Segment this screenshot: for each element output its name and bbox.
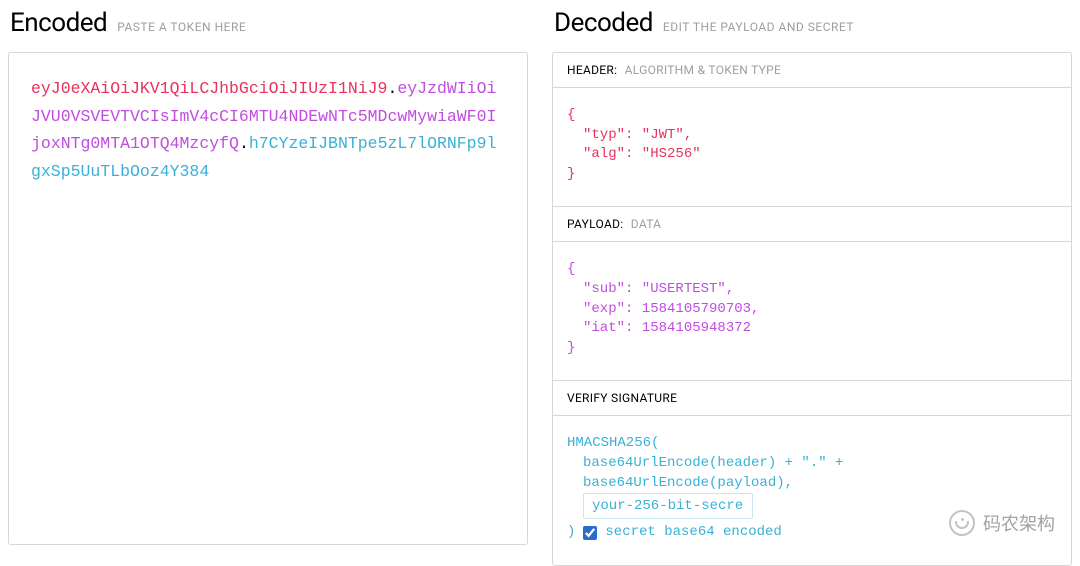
watermark: 码农架构: [949, 510, 1055, 536]
signature-body: HMACSHA256( base64UrlEncode(header) + ".…: [553, 416, 1071, 564]
token-dot: .: [239, 134, 249, 153]
payload-json-editor[interactable]: { "sub": "USERTEST", "exp": 158410579070…: [553, 242, 1071, 380]
json-line: "sub": "USERTEST",: [567, 280, 1057, 300]
header-section: HEADER: ALGORITHM & TOKEN TYPE { "typ": …: [553, 53, 1071, 207]
token-header-segment: eyJ0eXAiOiJKV1QiLCJhbGciOiJIUzI1NiJ9: [31, 79, 387, 98]
encoded-input[interactable]: eyJ0eXAiOiJKV1QiLCJhbGciOiJIUzI1NiJ9.eyJ…: [8, 52, 528, 545]
sig-close-paren: ): [567, 523, 575, 543]
sig-line: base64UrlEncode(header) + "." +: [567, 454, 1057, 474]
secret-input[interactable]: [583, 493, 753, 519]
encoded-header: Encoded PASTE A TOKEN HERE: [8, 8, 528, 38]
payload-section-label: PAYLOAD: DATA: [553, 207, 1071, 242]
payload-label-muted: DATA: [631, 217, 662, 231]
base64-encoded-label: secret base64 encoded: [605, 523, 781, 543]
json-line: "alg": "HS256": [567, 145, 1057, 165]
json-brace-close: }: [567, 166, 575, 182]
encoded-column: Encoded PASTE A TOKEN HERE eyJ0eXAiOiJKV…: [8, 8, 528, 566]
sig-line: base64UrlEncode(payload),: [567, 474, 1057, 494]
header-json-editor[interactable]: { "typ": "JWT", "alg": "HS256" }: [553, 88, 1071, 206]
header-label-muted: ALGORITHM & TOKEN TYPE: [625, 63, 782, 77]
json-brace-close: }: [567, 340, 575, 356]
header-section-label: HEADER: ALGORITHM & TOKEN TYPE: [553, 53, 1071, 88]
base64-encoded-checkbox[interactable]: [583, 526, 597, 540]
watermark-text: 码农架构: [983, 510, 1055, 536]
token-dot: .: [387, 79, 397, 98]
decoded-subtitle: EDIT THE PAYLOAD AND SECRET: [663, 20, 854, 34]
encoded-title: Encoded: [10, 8, 107, 38]
json-brace-open: {: [567, 261, 575, 277]
decoded-column: Decoded EDIT THE PAYLOAD AND SECRET HEAD…: [552, 8, 1072, 566]
wechat-icon: [949, 510, 975, 536]
signature-section: VERIFY SIGNATURE HMACSHA256( base64UrlEn…: [553, 381, 1071, 564]
signature-section-label: VERIFY SIGNATURE: [553, 381, 1071, 416]
decoded-header: Decoded EDIT THE PAYLOAD AND SECRET: [552, 8, 1072, 38]
json-line: "exp": 1584105790703,: [567, 300, 1057, 320]
json-brace-open: {: [567, 107, 575, 123]
payload-section: PAYLOAD: DATA { "sub": "USERTEST", "exp"…: [553, 207, 1071, 381]
encoded-subtitle: PASTE A TOKEN HERE: [117, 20, 246, 34]
sig-line: HMACSHA256(: [567, 434, 1057, 454]
json-line: "iat": 1584105948372: [567, 319, 1057, 339]
signature-label-strong: VERIFY SIGNATURE: [567, 391, 677, 405]
json-line: "typ": "JWT",: [567, 126, 1057, 146]
payload-label-strong: PAYLOAD:: [567, 217, 623, 231]
decoded-title: Decoded: [554, 8, 653, 38]
header-label-strong: HEADER:: [567, 63, 617, 77]
decoded-panel: HEADER: ALGORITHM & TOKEN TYPE { "typ": …: [552, 52, 1072, 566]
